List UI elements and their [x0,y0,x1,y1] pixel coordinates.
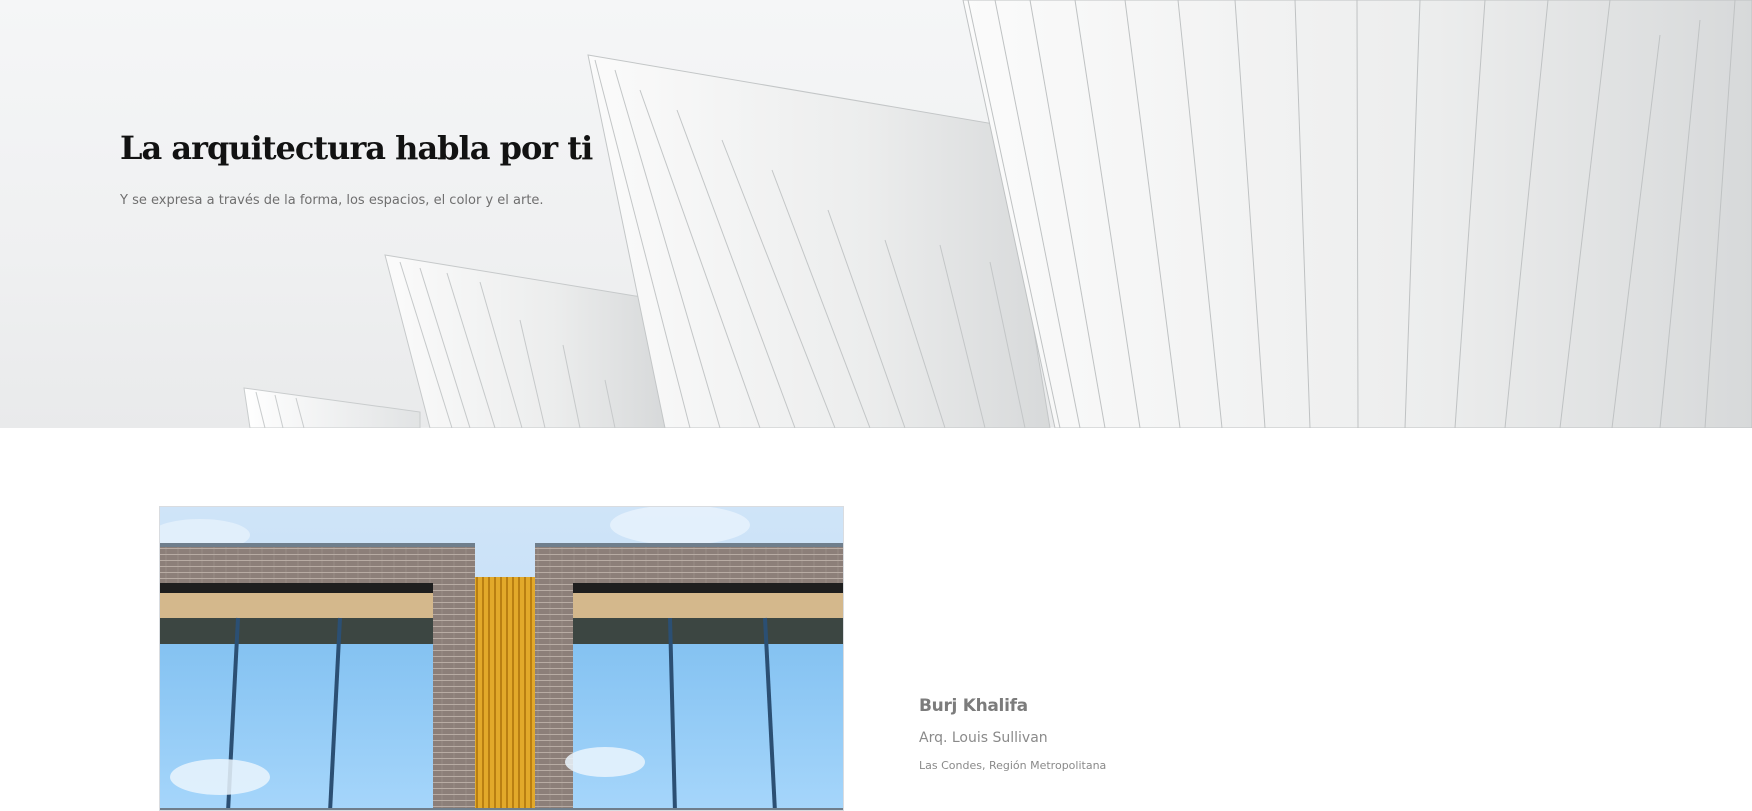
project-info: Burj Khalifa Arq. Louis Sullivan Las Con… [919,696,1519,772]
hero-subtitle: Y se expresa a través de la forma, los e… [120,193,544,208]
hero-title: La arquitectura habla por ti [120,129,593,167]
hero-banner: La arquitectura habla por ti Y se expres… [0,0,1752,428]
project-section: Burj Khalifa Arq. Louis Sullivan Las Con… [0,428,1752,811]
project-architect: Arq. Louis Sullivan [919,730,1048,746]
project-location: Las Condes, Región Metropolitana [919,759,1107,772]
project-name[interactable]: Burj Khalifa [919,696,1519,716]
hero-background-image [243,0,1752,428]
hero-copy: La arquitectura habla por ti Y se expres… [120,128,680,210]
project-image[interactable] [159,506,844,811]
